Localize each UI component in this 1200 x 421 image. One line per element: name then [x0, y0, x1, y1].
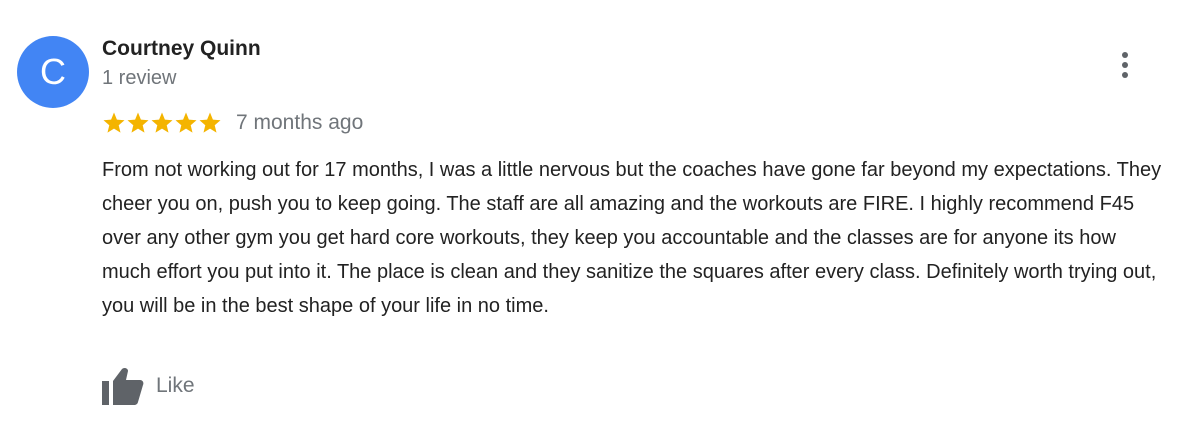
review-card: C Courtney Quinn 1 review 7 months ago F… — [0, 0, 1200, 421]
like-button[interactable]: Like — [102, 366, 195, 406]
star-icon — [199, 112, 221, 133]
reviewer-name[interactable]: Courtney Quinn — [102, 37, 261, 61]
star-icon — [103, 112, 125, 133]
review-text: From not working out for 17 months, I wa… — [102, 159, 1162, 317]
thumbs-up-icon — [102, 367, 144, 405]
avatar-letter: C — [40, 51, 66, 92]
more-options-button[interactable] — [1110, 48, 1140, 82]
more-vert-icon — [1122, 52, 1128, 78]
star-rating — [102, 111, 222, 135]
review-date: 7 months ago — [236, 111, 364, 134]
star-icon — [175, 112, 197, 133]
like-label: Like — [156, 374, 195, 397]
star-icon — [127, 112, 149, 133]
avatar[interactable]: C — [17, 36, 89, 108]
rating-row: 7 months ago — [102, 108, 363, 138]
star-icon — [151, 112, 173, 133]
review-count: 1 review — [102, 67, 177, 89]
